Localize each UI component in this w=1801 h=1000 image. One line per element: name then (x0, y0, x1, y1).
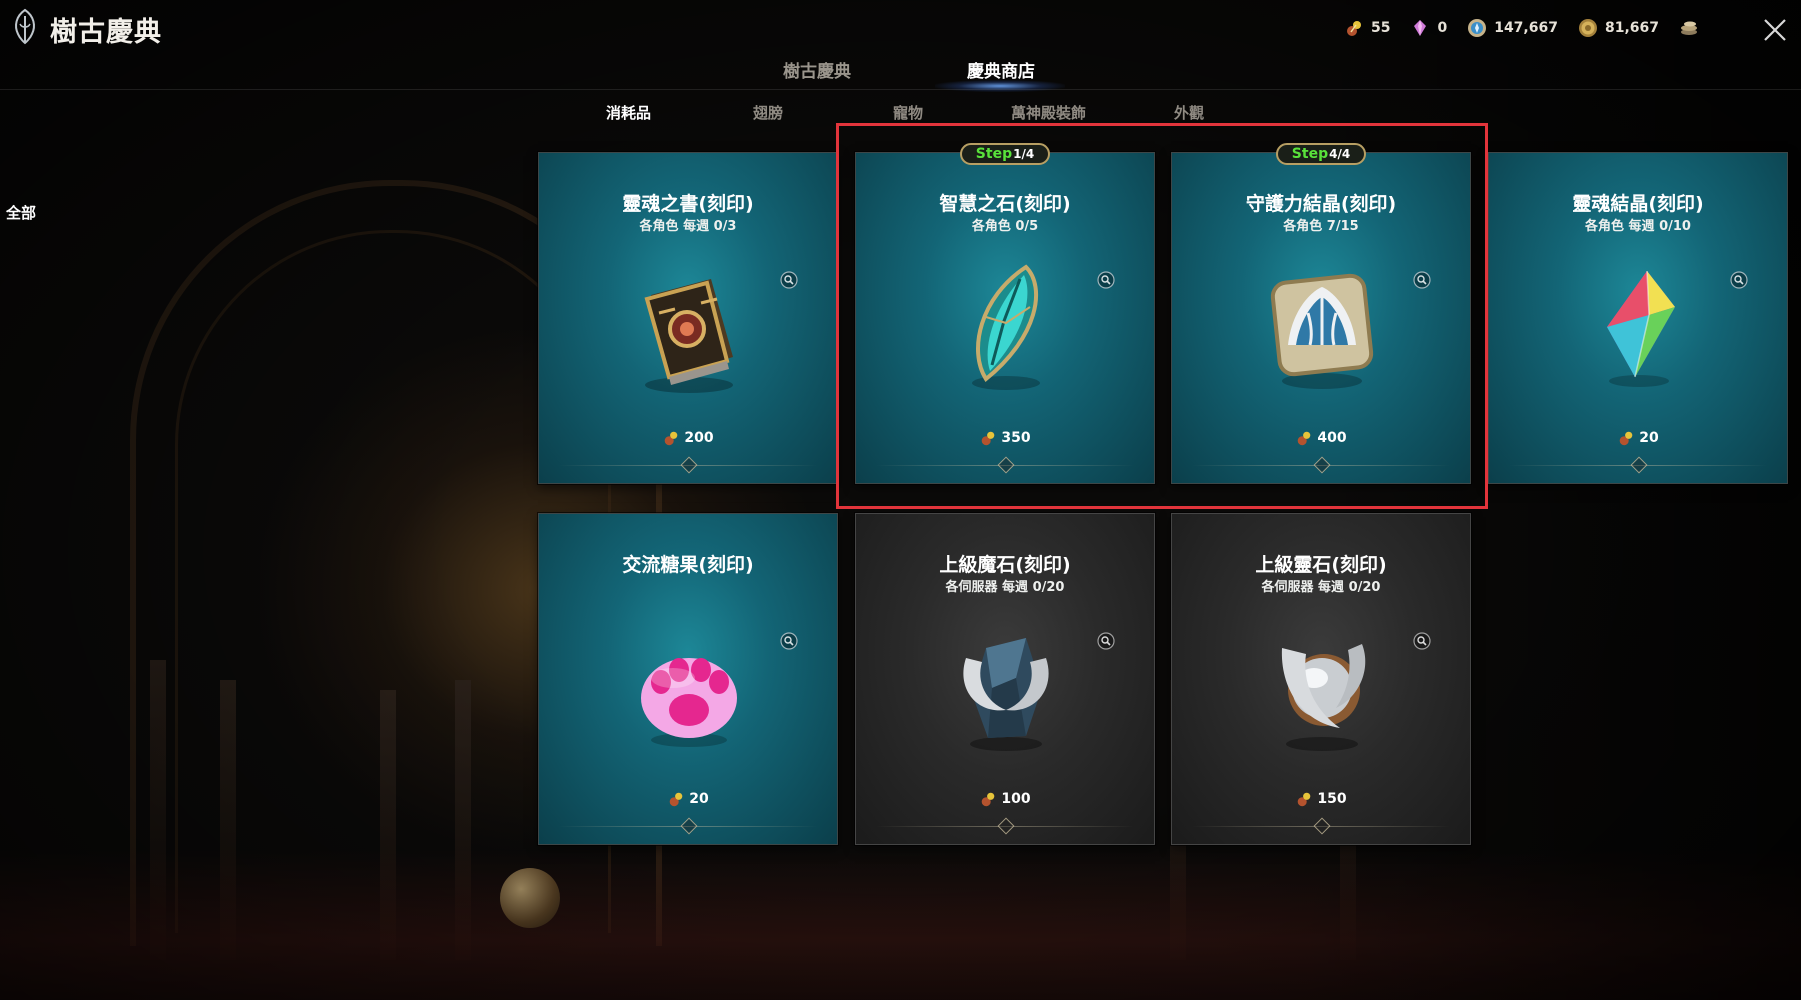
spirit-stone-icon (1281, 644, 1366, 751)
price: 350 (856, 429, 1154, 447)
step-label: Step (1291, 146, 1329, 162)
price-value: 20 (689, 791, 709, 807)
card-ornament (997, 456, 1015, 474)
currency-value: 0 (1437, 20, 1448, 36)
item-name: 守護力結晶(刻印) (1245, 193, 1397, 215)
page-title: 樹古慶典 (50, 17, 162, 48)
tab-consumables[interactable]: 消耗品 (606, 102, 651, 123)
festival-token-icon (669, 792, 683, 807)
tab-pantheon-decor[interactable]: 萬神殿裝飾 (1011, 102, 1086, 123)
blue-orb-coin-icon (1468, 19, 1487, 37)
card-ornament (680, 456, 698, 474)
soul-book-icon (644, 279, 733, 393)
tab-appearance[interactable]: 外觀 (1174, 102, 1204, 123)
filter-all[interactable]: 全部 (6, 202, 36, 223)
festival-token-icon (1619, 431, 1633, 446)
close-icon[interactable] (1757, 12, 1793, 48)
step-badge: Step 1/4 (960, 143, 1050, 165)
price: 100 (856, 790, 1154, 808)
card-ornament (680, 817, 698, 835)
price-value: 400 (1317, 430, 1347, 446)
festival-token-icon (1298, 431, 1311, 446)
currency-blue-coin: 147,667 (1467, 18, 1558, 38)
item-name: 上級靈石(刻印) (1255, 554, 1387, 576)
currency-value: 147,667 (1494, 20, 1558, 36)
card-ornament (1313, 456, 1331, 474)
currency-festival-token: 55 (1344, 18, 1390, 38)
shop-item-card[interactable]: 智慧之石(刻印) 各角色 0/5 350 (855, 152, 1155, 484)
currency-bar: 55 0 147,667 81,667 (1344, 18, 1706, 38)
currency-value: 55 (1370, 20, 1391, 36)
zoom-icon[interactable] (1096, 270, 1116, 290)
currency-gold-coin: 81,667 (1578, 18, 1659, 38)
shop-item-card[interactable]: 上級靈石(刻印) 各伺服器 每週 0/20 150 (1171, 513, 1471, 845)
pink-gem-icon (1414, 20, 1427, 36)
shop-item-card[interactable]: 上級魔石(刻印) 各伺服器 每週 0/20 100 (855, 513, 1155, 845)
purchase-limit: 各角色 7/15 (1283, 219, 1359, 234)
gold-coin-icon (1578, 19, 1597, 37)
shop-item-card[interactable]: 靈魂之書(刻印) 各角色 每週 0/3 200 (538, 152, 838, 484)
price-value: 20 (1639, 430, 1659, 446)
price: 150 (1172, 790, 1470, 808)
festival-token-icon (982, 431, 995, 446)
tab-festival[interactable]: 樹古慶典 (783, 57, 851, 82)
card-ornament (997, 817, 1015, 835)
magic-stone-icon (963, 638, 1049, 751)
card-ornament (1313, 817, 1331, 835)
festival-token-icon (1298, 792, 1311, 807)
price-value: 350 (1001, 430, 1031, 446)
step-value: 1/4 (1013, 147, 1035, 161)
active-tab-indicator (935, 80, 1065, 92)
purchase-limit: 各角色 每週 0/10 (1585, 219, 1691, 234)
festival-token-icon (982, 792, 995, 807)
purchase-limit: 各伺服器 每週 0/20 (945, 580, 1065, 595)
item-name: 靈魂之書(刻印) (622, 193, 754, 215)
zoom-icon[interactable] (1412, 270, 1432, 290)
tab-wings[interactable]: 翅膀 (753, 102, 783, 123)
wisdom-stone-icon (972, 264, 1040, 390)
festival-logo-icon (15, 8, 35, 45)
tab-festival-shop[interactable]: 慶典商店 (967, 57, 1035, 82)
category-tabs: 消耗品 翅膀 寵物 萬神殿裝飾 外觀 (560, 100, 1260, 126)
zoom-icon[interactable] (1729, 270, 1749, 290)
zoom-icon[interactable] (1412, 631, 1432, 651)
price: 20 (539, 790, 837, 808)
shop-item-card[interactable]: 靈魂結晶(刻印) 各角色 每週 0/10 20 (1488, 152, 1788, 484)
soul-crystal-icon (1607, 270, 1675, 387)
stack-coin-icon (1681, 21, 1697, 35)
currency-pink-gem: 0 (1410, 18, 1447, 38)
currency-value: 81,667 (1604, 20, 1659, 36)
item-name: 上級魔石(刻印) (939, 554, 1071, 576)
item-name: 交流糖果(刻印) (622, 554, 754, 576)
price-value: 150 (1317, 791, 1347, 807)
background-scene (0, 0, 1801, 1000)
festival-token-icon (1346, 21, 1361, 36)
price: 20 (1489, 429, 1787, 447)
purchase-limit: 各角色 每週 0/3 (639, 219, 737, 234)
step-badge: Step 4/4 (1276, 143, 1366, 165)
price-value: 200 (684, 430, 714, 446)
shop-item-card[interactable]: 交流糖果(刻印) 20 (538, 513, 838, 845)
purchase-limit: 各角色 0/5 (971, 219, 1039, 234)
guardian-crystal-icon (1270, 273, 1374, 389)
price: 200 (539, 429, 837, 447)
step-label: Step (975, 146, 1013, 162)
shop-item-card[interactable]: 守護力結晶(刻印) 各角色 7/15 400 (1171, 152, 1471, 484)
card-ornament (1630, 456, 1648, 474)
price: 400 (1172, 429, 1470, 447)
item-name: 靈魂結晶(刻印) (1572, 193, 1704, 215)
zoom-icon[interactable] (779, 631, 799, 651)
currency-stack (1679, 18, 1706, 38)
item-name: 智慧之石(刻印) (939, 193, 1071, 215)
step-value: 4/4 (1329, 147, 1351, 161)
price-value: 100 (1001, 791, 1031, 807)
header-divider (0, 89, 1801, 90)
paw-candy-icon (641, 658, 737, 747)
zoom-icon[interactable] (1096, 631, 1116, 651)
tab-pets[interactable]: 寵物 (893, 102, 923, 123)
festival-token-icon (665, 431, 678, 446)
zoom-icon[interactable] (779, 270, 799, 290)
top-bar: 樹古慶典 55 0 147,667 81,667 (0, 0, 1801, 60)
purchase-limit: 各伺服器 每週 0/20 (1261, 580, 1381, 595)
